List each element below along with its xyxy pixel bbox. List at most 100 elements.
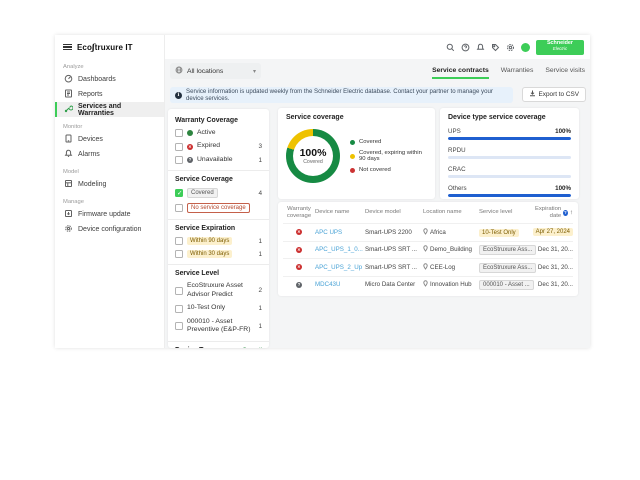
info-icon	[175, 92, 182, 99]
checkbox-asset-advisor[interactable]	[175, 287, 183, 295]
sidebar-item-firmware-update[interactable]: Firmware update	[55, 207, 164, 222]
chevron-down-icon: ▾	[253, 68, 256, 75]
hamburger-menu-icon[interactable]	[63, 44, 72, 51]
sidebar-item-modeling[interactable]: Modeling	[55, 177, 164, 192]
unavailable-status-icon	[187, 157, 193, 163]
sidebar-item-reports[interactable]: Reports	[55, 87, 164, 102]
help-icon[interactable]	[461, 43, 470, 52]
expired-status-icon	[187, 144, 193, 150]
app-logo-text: Ecoʃtruxure IT	[77, 42, 133, 52]
device-name-link[interactable]: APC UPS	[315, 229, 365, 236]
location-filter-dropdown[interactable]: All locations ▾	[170, 63, 261, 79]
services-icon	[64, 104, 73, 115]
filter-section-title: Warranty Coverage	[175, 117, 262, 124]
sidebar-item-alarms[interactable]: Alarms	[55, 147, 164, 162]
table-row[interactable]: APC UPS Smart-UPS 2200 Africa 10-Test On…	[283, 223, 573, 241]
sidebar-section-manage: Manage	[55, 192, 164, 207]
coverage-bar-crac: CRAC	[448, 166, 571, 178]
sidebar-item-services-and-warranties[interactable]: Services and Warranties	[55, 102, 164, 117]
filter-panel: Warranty Coverage Active Expired 3 Unava…	[168, 109, 269, 348]
topbar: Schneider Electric	[165, 35, 590, 59]
export-csv-button[interactable]: Export to CSV	[522, 87, 587, 102]
warranty-expired-icon	[296, 264, 302, 270]
feedback-tag-icon[interactable]	[491, 43, 500, 52]
filter-option-within-30-days: Within 30 days 1	[175, 250, 262, 258]
legend-item: Not covered	[350, 167, 427, 173]
card-title: Service coverage	[286, 114, 427, 121]
coverage-bar-rpdu: RPDU	[448, 147, 571, 159]
sidebar-item-dashboards[interactable]: Dashboards	[55, 72, 164, 87]
location-pin-icon	[423, 228, 428, 237]
service-coverage-donut: 100% Covered	[286, 129, 340, 183]
checkbox-no-service-coverage[interactable]	[175, 204, 183, 212]
checkbox-unavailable[interactable]	[175, 156, 183, 164]
location-pin-icon	[423, 263, 428, 272]
filter-section-device-type: Device Type See all	[175, 347, 262, 348]
tab-service-visits[interactable]: Service visits	[545, 67, 585, 79]
sidebar-item-devices[interactable]: Devices	[55, 132, 164, 147]
schneider-electric-logo[interactable]: Schneider Electric	[536, 40, 584, 55]
device-name-link[interactable]: APC_UPS_1_0...	[315, 246, 365, 253]
gear-icon	[64, 224, 73, 235]
user-avatar[interactable]	[521, 43, 530, 52]
app-window: Ecoʃtruxure IT Analyze Dashboards Report…	[55, 35, 590, 348]
donut-legend: Covered Covered, expiring within 90 days…	[350, 139, 427, 173]
main-content: All locations ▾ Service contracts Warran…	[165, 59, 590, 348]
tab-warranties[interactable]: Warranties	[501, 67, 534, 79]
tab-service-contracts[interactable]: Service contracts	[432, 67, 489, 79]
filter-option-asset-advisor: EcoStruxure Asset Advisor Predict 2	[175, 282, 262, 299]
checkbox-active[interactable]	[175, 129, 183, 137]
coverage-bar-ups: UPS100%	[448, 128, 571, 140]
table-row[interactable]: MDC43U Micro Data Center Innovation Hub …	[283, 276, 573, 294]
table-row[interactable]: APC_UPS_2_Up Smart-UPS SRT ... CEE-Log E…	[283, 258, 573, 276]
filter-section-title: Service Expiration	[175, 225, 262, 232]
table-header: Warranty coverage Device name Device mod…	[283, 202, 573, 223]
table-row[interactable]: APC_UPS_1_0... Smart-UPS SRT ... Demo_Bu…	[283, 241, 573, 259]
checkbox-expired[interactable]	[175, 143, 183, 151]
filter-option-covered: Covered 4	[175, 188, 262, 198]
warranty-unavailable-icon	[296, 282, 302, 288]
app-logo: Ecoʃtruxure IT	[55, 35, 164, 57]
filter-option-expired: Expired 3	[175, 142, 262, 150]
legend-item: Covered, expiring within 90 days	[350, 150, 427, 162]
download-icon	[529, 90, 536, 99]
filter-option-unavailable: Unavailable 1	[175, 156, 262, 164]
search-icon[interactable]	[446, 43, 455, 52]
sidebar-section-monitor: Monitor	[55, 117, 164, 132]
sort-ascending-icon[interactable]: ↑	[570, 209, 573, 216]
page: Ecoʃtruxure IT Analyze Dashboards Report…	[0, 0, 640, 480]
checkbox-within-90-days[interactable]	[175, 237, 183, 245]
report-icon	[64, 89, 73, 100]
bell-icon	[64, 149, 73, 160]
sidebar-section-model: Model	[55, 162, 164, 177]
sidebar-item-device-configuration[interactable]: Device configuration	[55, 222, 164, 237]
location-pin-icon	[423, 245, 428, 254]
checkbox-covered[interactable]	[175, 189, 183, 197]
device-name-link[interactable]: MDC43U	[315, 281, 365, 288]
filter-section-title: Service Level	[175, 270, 262, 277]
info-banner: Service information is updated weekly fr…	[170, 87, 513, 103]
donut-center-label: Covered	[303, 159, 323, 165]
device-name-link[interactable]: APC_UPS_2_Up	[315, 264, 365, 271]
settings-gear-icon[interactable]	[506, 43, 515, 52]
checkbox-within-30-days[interactable]	[175, 250, 183, 258]
notifications-icon[interactable]	[476, 43, 485, 52]
location-pin-icon	[423, 280, 428, 289]
checkbox-10-test-only[interactable]	[175, 305, 183, 313]
checkbox-asset-preventive[interactable]	[175, 322, 183, 330]
see-all-link[interactable]: See all	[242, 347, 262, 348]
sidebar-section-analyze: Analyze	[55, 57, 164, 72]
column-info-icon[interactable]	[563, 210, 568, 216]
legend-item: Covered	[350, 139, 427, 145]
filter-section-title: Service Coverage	[175, 176, 262, 183]
filter-option-asset-preventive: 000010 - Asset Preventive (E&P-FR) 1	[175, 318, 262, 335]
firmware-update-icon	[64, 209, 73, 220]
column-expiration-date: Expiration date ↑	[531, 206, 573, 220]
donut-center-value: 100%	[300, 147, 327, 159]
active-status-icon	[187, 130, 193, 136]
service-coverage-card: Service coverage 100% Covered Covered Co…	[278, 108, 435, 199]
warranty-expired-icon	[296, 247, 302, 253]
warranty-expired-icon	[296, 229, 302, 235]
modeling-icon	[64, 179, 73, 190]
dashboard-icon	[64, 74, 73, 85]
